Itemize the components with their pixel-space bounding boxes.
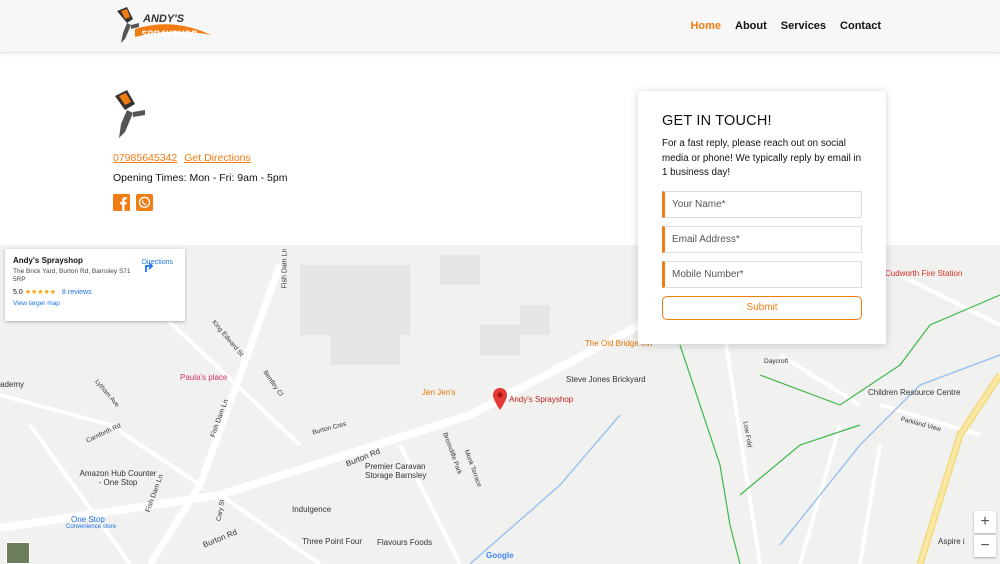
map-label-three-point: Three Point Four [302, 537, 363, 546]
location-pin-icon[interactable] [493, 388, 507, 410]
map-label-fish-dam: Fish Dam Ln [281, 248, 289, 289]
directions-button[interactable]: Directions [142, 259, 173, 272]
zoom-out-button[interactable]: − [974, 535, 996, 557]
map-label-aspire: Aspire i [938, 537, 965, 546]
map-label-amazon: Amazon Hub Counter - One Stop [79, 469, 157, 487]
view-larger-map-link[interactable]: View larger map [13, 300, 177, 307]
mobile-field[interactable]: Mobile Number* [662, 261, 862, 289]
satellite-toggle[interactable] [6, 542, 30, 564]
map-label-one-stop: One Stop [71, 515, 105, 524]
nav-about[interactable]: About [735, 20, 767, 32]
svg-text:SPRAYSHOP: SPRAYSHOP [141, 29, 198, 39]
map-label-cudworth: Cudworth Fire Station [885, 269, 963, 278]
map-place-card: Andy's Sprayshop The Brick Yard, Burton … [5, 249, 185, 321]
submit-button[interactable]: Submit [662, 296, 862, 321]
zoom-in-button[interactable]: + [974, 511, 996, 533]
phone-link[interactable]: 07985645342 [113, 152, 177, 164]
place-rating: 5.0 ★★★★★ 8 reviews [13, 288, 177, 296]
map-label-convenience: Convenience store [66, 524, 117, 530]
map-label-steve-jones: Steve Jones Brickyard [566, 375, 646, 384]
social-links [113, 194, 413, 211]
email-field[interactable]: Email Address* [662, 226, 862, 254]
map-label-indulgence: Indulgence [292, 505, 332, 514]
whatsapp-icon[interactable] [136, 194, 153, 211]
contact-card: GET IN TOUCH! For a fast reply, please r… [638, 91, 886, 344]
contact-description: For a fast reply, please reach out on so… [662, 138, 862, 179]
map-label-jen-jens: Jen Jen's [422, 388, 456, 397]
nav-contact[interactable]: Contact [840, 20, 881, 32]
name-field[interactable]: Your Name* [662, 191, 862, 219]
directions-icon [144, 262, 154, 272]
nav-services[interactable]: Services [781, 20, 826, 32]
map-label-academy: ademy [0, 380, 25, 389]
map-label-children: Children Resource Centre [868, 388, 961, 397]
business-info: 07985645342 Get Directions Opening Times… [113, 88, 413, 211]
svg-text:ANDY'S: ANDY'S [142, 13, 185, 25]
map-label-paulas: Paula's place [180, 373, 228, 382]
nav-home[interactable]: Home [690, 20, 721, 32]
map-label-daycroft: Daycroft [764, 358, 789, 365]
place-address: The Brick Yard, Burton Rd, Barnsley S71 … [13, 268, 131, 284]
get-directions-link[interactable]: Get Directions [184, 152, 251, 164]
map-label-premier: Premier Caravan Storage Barnsley [365, 462, 427, 480]
spray-gun-icon [113, 88, 149, 142]
map-label-flavours: Flavours Foods [377, 538, 433, 547]
contact-title: GET IN TOUCH! [662, 113, 772, 129]
contact-links: 07985645342 Get Directions [113, 152, 413, 164]
site-header: ANDY'S SPRAYSHOP Home About Services Con… [0, 0, 1000, 53]
main-nav: Home About Services Contact [690, 20, 881, 32]
map-label-andys: Andy's Sprayshop [509, 395, 574, 404]
rating-stars: ★★★★★ [24, 288, 57, 296]
rating-value: 5.0 [13, 288, 23, 296]
google-logo: Google [486, 551, 514, 560]
opening-times: Opening Times: Mon - Fri: 9am - 5pm [113, 172, 288, 184]
andys-sprayshop-logo[interactable]: ANDY'S SPRAYSHOP [113, 5, 213, 49]
reviews-link[interactable]: 8 reviews [62, 289, 92, 296]
facebook-icon[interactable] [113, 194, 130, 211]
